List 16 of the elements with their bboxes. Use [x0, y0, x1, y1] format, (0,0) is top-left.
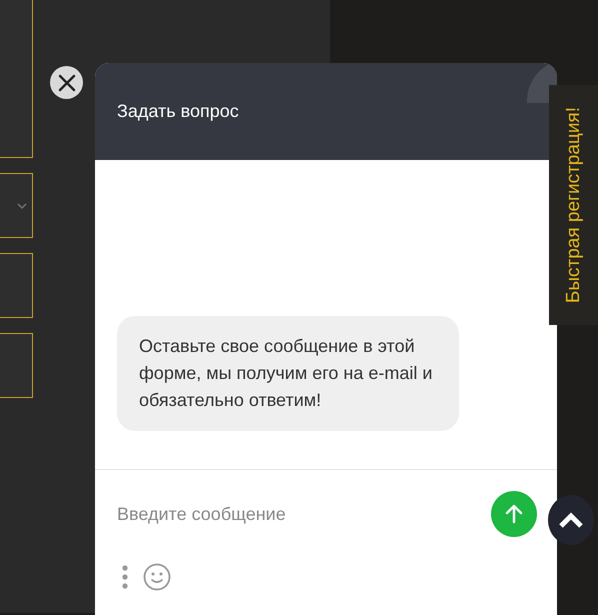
send-button[interactable]: [491, 491, 537, 537]
chat-title: Задать вопрос: [117, 101, 239, 122]
emoji-icon[interactable]: [143, 563, 171, 591]
input-field[interactable]: [0, 253, 33, 318]
chevron-down-icon: [17, 203, 27, 209]
message-input[interactable]: Введите сообщение: [117, 504, 491, 524]
input-field[interactable]: [0, 333, 33, 398]
input-field[interactable]: [0, 0, 33, 158]
input-field[interactable]: [0, 173, 33, 238]
scroll-up-button[interactable]: [548, 495, 594, 545]
chevron-up-icon: [558, 511, 584, 529]
side-tab[interactable]: Быстрая регистрация!: [549, 85, 598, 325]
close-icon: [56, 72, 76, 92]
message-bubble: Оставьте свое сообщение в этой форме, мы получим его на e-mail и обязательно ответим!: [117, 316, 459, 431]
arrow-up-icon: [503, 503, 525, 525]
more-icon[interactable]: [121, 564, 129, 590]
